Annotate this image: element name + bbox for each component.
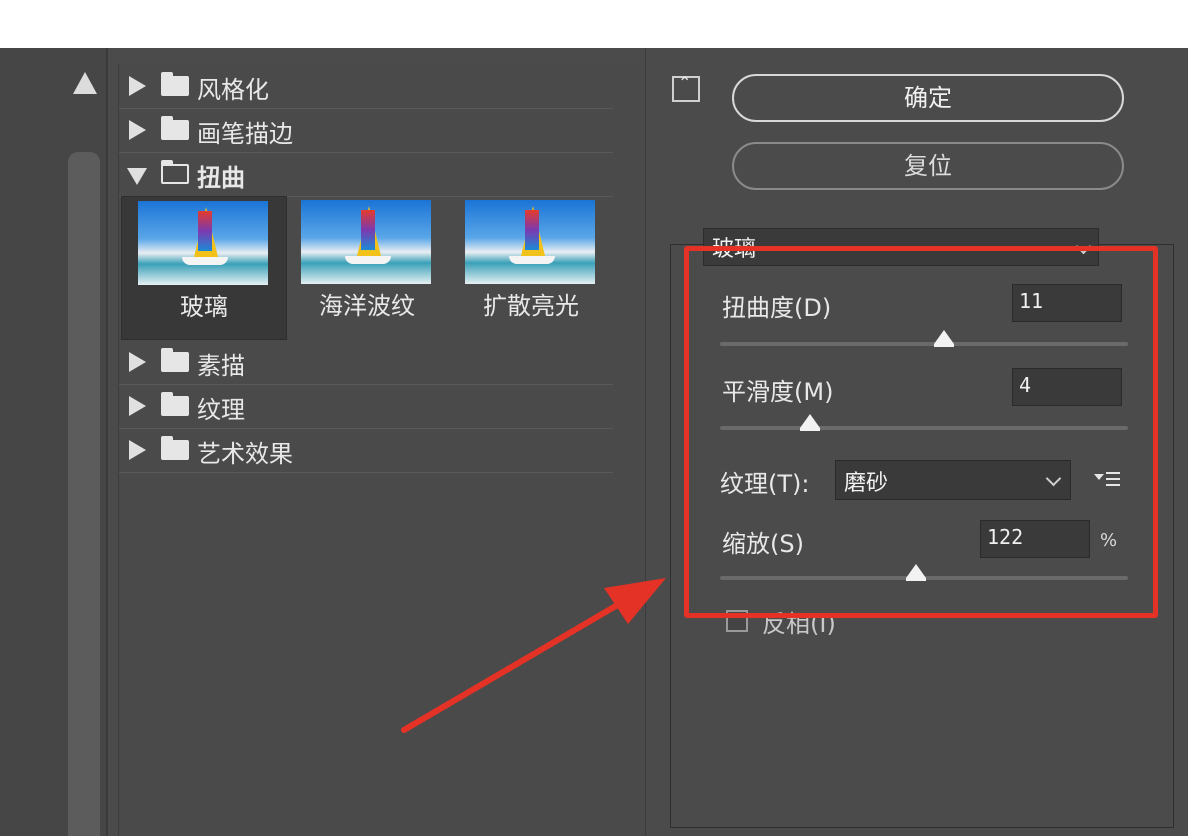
reset-button[interactable]: 复位 xyxy=(732,142,1124,190)
vertical-scrollbar[interactable] xyxy=(68,152,100,836)
category-label: 纹理 xyxy=(197,396,245,424)
filter-label: 玻璃 xyxy=(180,293,228,321)
expand-triangle-icon[interactable] xyxy=(129,76,146,96)
folder-icon xyxy=(161,392,189,416)
expand-triangle-icon[interactable] xyxy=(129,352,146,372)
filter-thumb-diffuse-glow[interactable]: 扩散亮光 xyxy=(449,196,613,338)
top-white-bar xyxy=(0,0,1188,48)
category-row-distort[interactable]: 扭曲 xyxy=(119,152,613,197)
category-row-texture[interactable]: 纹理 xyxy=(119,384,613,429)
category-label: 画笔描边 xyxy=(197,120,293,148)
category-row-stylize[interactable]: 风格化 xyxy=(119,64,613,109)
folder-icon xyxy=(161,116,189,140)
category-label: 扭曲 xyxy=(197,164,245,192)
thumbnail-image xyxy=(138,201,268,285)
expand-triangle-icon[interactable] xyxy=(129,440,146,460)
collapse-panel-icon: ⌃ xyxy=(678,73,692,92)
category-row-sketch[interactable]: 素描 xyxy=(119,340,613,385)
folder-icon xyxy=(161,348,189,372)
category-label: 风格化 xyxy=(197,76,269,104)
collapse-panel-button[interactable]: ⌃ xyxy=(672,73,700,102)
filter-label: 扩散亮光 xyxy=(483,292,579,320)
category-label: 素描 xyxy=(197,352,245,380)
thumbnail-image xyxy=(301,200,431,284)
category-label: 艺术效果 xyxy=(197,440,293,468)
filter-thumb-glass[interactable]: 玻璃 xyxy=(121,196,287,340)
category-row-brush-strokes[interactable]: 画笔描边 xyxy=(119,108,613,153)
expand-triangle-icon[interactable] xyxy=(129,396,146,416)
expand-triangle-icon[interactable] xyxy=(129,120,146,140)
folder-open-icon xyxy=(161,160,189,184)
filter-gallery-tree: 风格化 画笔描边 扭曲 玻璃 海洋波纹 扩散亮光 素描 纹理 艺术效果 xyxy=(118,64,645,836)
distort-filter-thumbnails: 玻璃 海洋波纹 扩散亮光 xyxy=(119,196,613,340)
filter-label: 海洋波纹 xyxy=(319,292,415,320)
ok-button[interactable]: 确定 xyxy=(732,74,1124,122)
folder-icon xyxy=(161,436,189,460)
filter-thumb-ocean-ripple[interactable]: 海洋波纹 xyxy=(285,196,449,338)
collapse-triangle-icon[interactable] xyxy=(127,168,147,185)
thumbnail-image xyxy=(465,200,595,284)
folder-icon xyxy=(161,72,189,96)
scroll-up-arrow-icon[interactable] xyxy=(73,72,97,94)
category-row-artistic[interactable]: 艺术效果 xyxy=(119,428,613,473)
highlight-box xyxy=(684,246,1158,618)
